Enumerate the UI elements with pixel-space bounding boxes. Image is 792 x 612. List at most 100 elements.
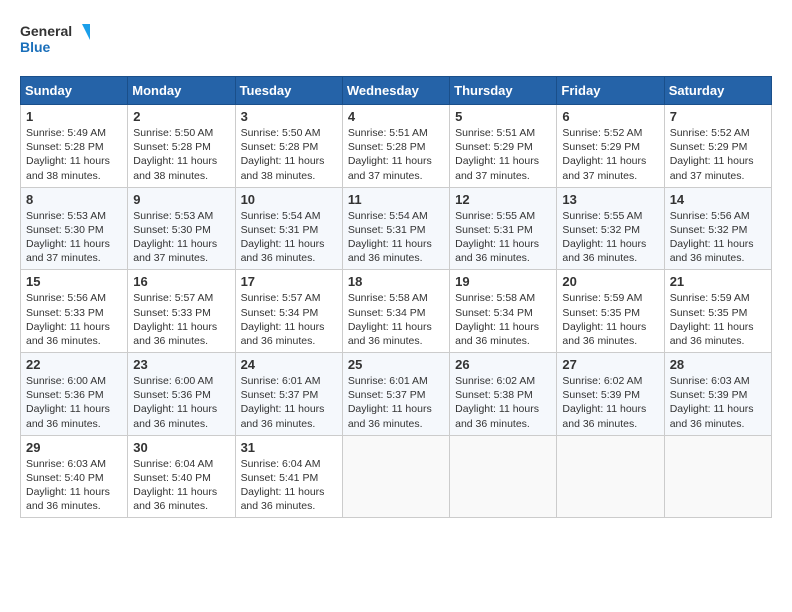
header-tuesday: Tuesday [235, 77, 342, 105]
calendar-cell: 13 Sunrise: 5:55 AM Sunset: 5:32 PM Dayli… [557, 187, 664, 270]
calendar-cell: 7Sunrise: 5:52 AM Sunset: 5:29 PM Daylig… [664, 105, 771, 188]
day-number: 13 [562, 192, 658, 207]
header-thursday: Thursday [450, 77, 557, 105]
day-number: 14 [670, 192, 766, 207]
calendar-cell: 21 Sunrise: 5:59 AM Sunset: 5:35 PM Dayli… [664, 270, 771, 353]
day-info: Sunrise: 5:53 AM Sunset: 5:30 PM Dayligh… [133, 210, 217, 265]
day-number: 24 [241, 357, 337, 372]
day-info: Sunrise: 6:00 AM Sunset: 5:36 PM Dayligh… [133, 375, 217, 430]
logo: General Blue [20, 20, 90, 60]
day-info: Sunrise: 5:55 AM Sunset: 5:32 PM Dayligh… [562, 210, 646, 265]
day-info: Sunrise: 5:57 AM Sunset: 5:34 PM Dayligh… [241, 292, 325, 347]
day-number: 15 [26, 274, 122, 289]
calendar-cell: 26 Sunrise: 6:02 AM Sunset: 5:38 PM Dayli… [450, 353, 557, 436]
calendar-cell: 8 Sunrise: 5:53 AM Sunset: 5:30 PM Daylig… [21, 187, 128, 270]
calendar-cell: 9 Sunrise: 5:53 AM Sunset: 5:30 PM Daylig… [128, 187, 235, 270]
calendar-table: SundayMondayTuesdayWednesdayThursdayFrid… [20, 76, 772, 518]
calendar-header-row: SundayMondayTuesdayWednesdayThursdayFrid… [21, 77, 772, 105]
day-number: 28 [670, 357, 766, 372]
day-info: Sunrise: 5:59 AM Sunset: 5:35 PM Dayligh… [670, 292, 754, 347]
day-info: Sunrise: 5:52 AM Sunset: 5:29 PM Dayligh… [670, 127, 754, 182]
day-number: 6 [562, 109, 658, 124]
calendar-cell: 6 Sunrise: 5:52 AM Sunset: 5:29 PM Daylig… [557, 105, 664, 188]
day-info: Sunrise: 5:58 AM Sunset: 5:34 PM Dayligh… [348, 292, 432, 347]
day-info: Sunrise: 5:51 AM Sunset: 5:28 PM Dayligh… [348, 127, 432, 182]
day-number: 18 [348, 274, 444, 289]
day-number: 2 [133, 109, 229, 124]
day-number: 3 [241, 109, 337, 124]
day-number: 10 [241, 192, 337, 207]
day-info: Sunrise: 5:57 AM Sunset: 5:33 PM Dayligh… [133, 292, 217, 347]
calendar-cell: 22 Sunrise: 6:00 AM Sunset: 5:36 PM Dayli… [21, 353, 128, 436]
calendar-cell: 17 Sunrise: 5:57 AM Sunset: 5:34 PM Dayli… [235, 270, 342, 353]
calendar-cell: 3 Sunrise: 5:50 AM Sunset: 5:28 PM Daylig… [235, 105, 342, 188]
day-info: Sunrise: 6:01 AM Sunset: 5:37 PM Dayligh… [241, 375, 325, 430]
calendar-cell: 4Sunrise: 5:51 AM Sunset: 5:28 PM Daylig… [342, 105, 449, 188]
day-number: 8 [26, 192, 122, 207]
calendar-cell: 18 Sunrise: 5:58 AM Sunset: 5:34 PM Dayli… [342, 270, 449, 353]
day-info: Sunrise: 6:04 AM Sunset: 5:40 PM Dayligh… [133, 458, 217, 513]
calendar-cell: 12 Sunrise: 5:55 AM Sunset: 5:31 PM Dayli… [450, 187, 557, 270]
calendar-cell: 27 Sunrise: 6:02 AM Sunset: 5:39 PM Dayli… [557, 353, 664, 436]
day-info: Sunrise: 5:59 AM Sunset: 5:35 PM Dayligh… [562, 292, 646, 347]
calendar-cell: 10 Sunrise: 5:54 AM Sunset: 5:31 PM Dayli… [235, 187, 342, 270]
calendar-cell [664, 435, 771, 518]
day-number: 17 [241, 274, 337, 289]
header-saturday: Saturday [664, 77, 771, 105]
day-info: Sunrise: 5:52 AM Sunset: 5:29 PM Dayligh… [562, 127, 646, 182]
calendar-cell: 25 Sunrise: 6:01 AM Sunset: 5:37 PM Dayli… [342, 353, 449, 436]
day-number: 21 [670, 274, 766, 289]
day-number: 1 [26, 109, 122, 124]
day-number: 16 [133, 274, 229, 289]
day-info: Sunrise: 5:56 AM Sunset: 5:33 PM Dayligh… [26, 292, 110, 347]
calendar-cell: 23Sunrise: 6:00 AM Sunset: 5:36 PM Dayli… [128, 353, 235, 436]
day-number: 25 [348, 357, 444, 372]
day-info: Sunrise: 6:03 AM Sunset: 5:40 PM Dayligh… [26, 458, 110, 513]
day-info: Sunrise: 6:04 AM Sunset: 5:41 PM Dayligh… [241, 458, 325, 513]
calendar-cell: 14 Sunrise: 5:56 AM Sunset: 5:32 PM Dayli… [664, 187, 771, 270]
day-number: 5 [455, 109, 551, 124]
day-info: Sunrise: 5:50 AM Sunset: 5:28 PM Dayligh… [133, 127, 217, 182]
day-info: Sunrise: 5:55 AM Sunset: 5:31 PM Dayligh… [455, 210, 539, 265]
calendar-cell: 15 Sunrise: 5:56 AM Sunset: 5:33 PM Dayli… [21, 270, 128, 353]
day-info: Sunrise: 5:58 AM Sunset: 5:34 PM Dayligh… [455, 292, 539, 347]
svg-text:General: General [20, 23, 72, 39]
day-info: Sunrise: 6:03 AM Sunset: 5:39 PM Dayligh… [670, 375, 754, 430]
day-info: Sunrise: 5:54 AM Sunset: 5:31 PM Dayligh… [348, 210, 432, 265]
day-number: 29 [26, 440, 122, 455]
day-info: Sunrise: 5:54 AM Sunset: 5:31 PM Dayligh… [241, 210, 325, 265]
calendar-cell [557, 435, 664, 518]
day-number: 19 [455, 274, 551, 289]
calendar-cell: 19 Sunrise: 5:58 AM Sunset: 5:34 PM Dayli… [450, 270, 557, 353]
calendar-cell: 5 Sunrise: 5:51 AM Sunset: 5:29 PM Daylig… [450, 105, 557, 188]
day-info: Sunrise: 5:50 AM Sunset: 5:28 PM Dayligh… [241, 127, 325, 182]
day-number: 9 [133, 192, 229, 207]
day-number: 30 [133, 440, 229, 455]
calendar-cell: 31 Sunrise: 6:04 AM Sunset: 5:41 PM Dayli… [235, 435, 342, 518]
calendar-cell: 16 Sunrise: 5:57 AM Sunset: 5:33 PM Dayli… [128, 270, 235, 353]
calendar-cell: 20 Sunrise: 5:59 AM Sunset: 5:35 PM Dayli… [557, 270, 664, 353]
day-number: 31 [241, 440, 337, 455]
page-header: General Blue [20, 20, 772, 60]
day-number: 22 [26, 357, 122, 372]
day-info: Sunrise: 5:51 AM Sunset: 5:29 PM Dayligh… [455, 127, 539, 182]
calendar-cell: 28 Sunrise: 6:03 AM Sunset: 5:39 PM Dayli… [664, 353, 771, 436]
day-number: 20 [562, 274, 658, 289]
calendar-cell: 30 Sunrise: 6:04 AM Sunset: 5:40 PM Dayli… [128, 435, 235, 518]
calendar-cell: 2 Sunrise: 5:50 AM Sunset: 5:28 PM Daylig… [128, 105, 235, 188]
calendar-cell: 24 Sunrise: 6:01 AM Sunset: 5:37 PM Dayli… [235, 353, 342, 436]
day-number: 12 [455, 192, 551, 207]
header-wednesday: Wednesday [342, 77, 449, 105]
day-info: Sunrise: 5:53 AM Sunset: 5:30 PM Dayligh… [26, 210, 110, 265]
day-info: Sunrise: 6:00 AM Sunset: 5:36 PM Dayligh… [26, 375, 110, 430]
day-info: Sunrise: 6:02 AM Sunset: 5:38 PM Dayligh… [455, 375, 539, 430]
day-info: Sunrise: 6:02 AM Sunset: 5:39 PM Dayligh… [562, 375, 646, 430]
svg-text:Blue: Blue [20, 39, 51, 55]
day-info: Sunrise: 6:01 AM Sunset: 5:37 PM Dayligh… [348, 375, 432, 430]
calendar-cell [342, 435, 449, 518]
header-sunday: Sunday [21, 77, 128, 105]
day-info: Sunrise: 5:56 AM Sunset: 5:32 PM Dayligh… [670, 210, 754, 265]
calendar-cell: 1Sunrise: 5:49 AM Sunset: 5:28 PM Daylig… [21, 105, 128, 188]
day-number: 26 [455, 357, 551, 372]
day-number: 27 [562, 357, 658, 372]
